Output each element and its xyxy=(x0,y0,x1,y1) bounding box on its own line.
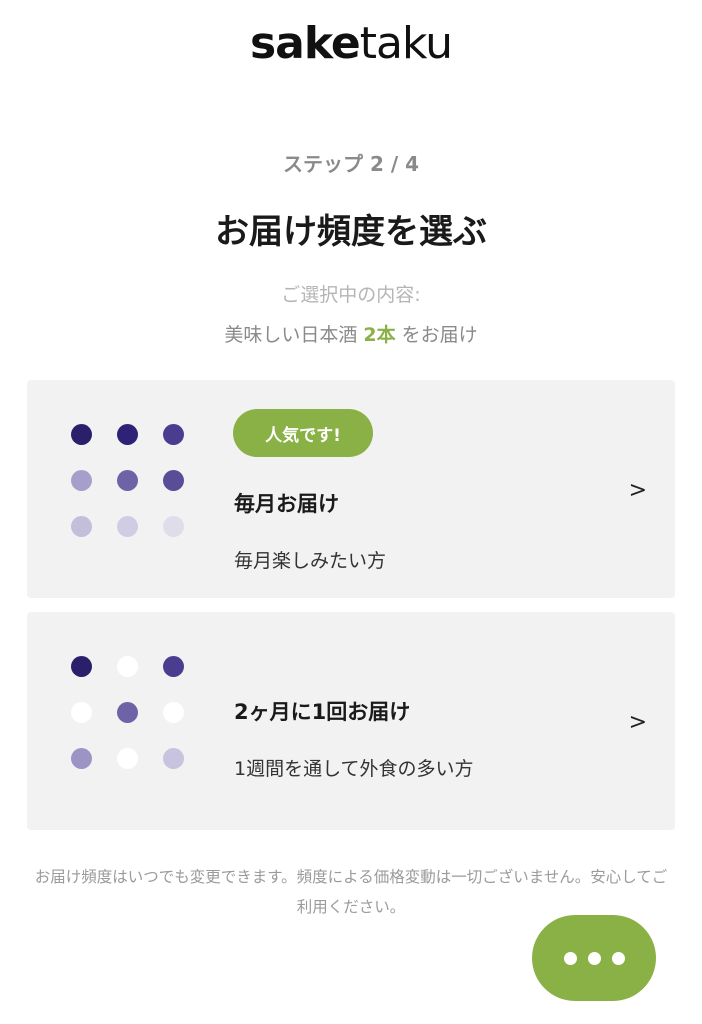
grid-dot xyxy=(163,516,184,537)
grid-dot xyxy=(71,516,92,537)
grid-dot xyxy=(117,702,138,723)
grid-dot xyxy=(71,702,92,723)
dot xyxy=(563,951,577,965)
chevron-right-icon: > xyxy=(628,478,647,503)
grid-dot xyxy=(163,748,184,769)
selection-suffix: をお届け xyxy=(395,324,478,346)
chevron-right-icon: > xyxy=(628,710,647,735)
logo: saketaku xyxy=(0,18,702,69)
option-description: 1週間を通して外食の多い方 xyxy=(234,758,474,780)
grid-dot xyxy=(71,748,92,769)
logo-bold: sake xyxy=(249,18,361,69)
frequency-dots-icon xyxy=(71,424,191,544)
step-indicator: ステップ 2 / 4 xyxy=(282,152,420,176)
grid-dot xyxy=(117,470,138,491)
option-card-monthly[interactable]: 人気です! 毎月お届け 毎月楽しみたい方 > xyxy=(27,380,675,598)
grid-dot xyxy=(163,656,184,677)
logo-light: taku xyxy=(359,18,453,69)
grid-dot xyxy=(163,702,184,723)
footer-note: お届け頻度はいつでも変更できます。頻度による価格変動は一切ございません。安心して… xyxy=(34,868,668,916)
selection-label: ご選択中の内容: xyxy=(281,284,421,306)
dot xyxy=(611,951,625,965)
dot xyxy=(587,951,601,965)
grid-dot xyxy=(117,516,138,537)
option-title: 毎月お届け xyxy=(234,492,339,516)
grid-dot xyxy=(117,656,138,677)
grid-dot xyxy=(117,424,138,445)
option-description: 毎月楽しみたい方 xyxy=(234,550,387,572)
page-title: お届け頻度を選ぶ xyxy=(215,212,487,252)
selection-count: 2本 xyxy=(363,324,396,346)
grid-dot xyxy=(117,748,138,769)
chat-button[interactable] xyxy=(532,915,656,1001)
grid-dot xyxy=(71,656,92,677)
option-title: 2ヶ月に1回お届け xyxy=(234,700,411,724)
grid-dot xyxy=(71,424,92,445)
grid-dot xyxy=(163,424,184,445)
frequency-dots-icon xyxy=(71,656,191,776)
grid-dot xyxy=(71,470,92,491)
popular-badge: 人気です! xyxy=(233,409,373,457)
selection-summary: 美味しい日本酒 2本 をお届け xyxy=(0,320,702,347)
grid-dot xyxy=(163,470,184,491)
selection-prefix: 美味しい日本酒 xyxy=(224,324,364,346)
option-card-bimonthly[interactable]: 2ヶ月に1回お届け 1週間を通して外食の多い方 > xyxy=(27,612,675,830)
